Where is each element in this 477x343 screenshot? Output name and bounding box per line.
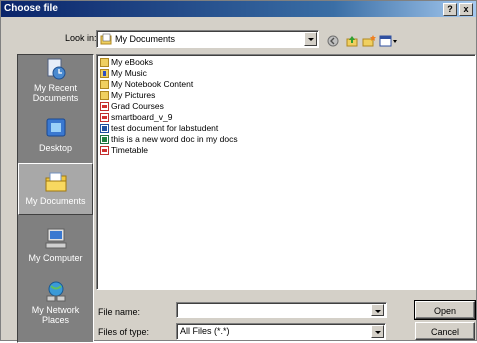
place-label: My Network Places xyxy=(31,305,80,325)
file-name-label: File name: xyxy=(98,307,141,317)
look-in-dropdown[interactable]: My Documents xyxy=(96,30,319,48)
places-bar: My Recent Documents Desktop My Documents xyxy=(17,54,94,343)
open-button[interactable]: Open xyxy=(414,300,476,320)
place-network[interactable]: My Network Places xyxy=(18,279,93,325)
chevron-down-icon[interactable] xyxy=(371,304,384,316)
help-button[interactable]: ? xyxy=(443,3,457,16)
file-type-label: Files of type: xyxy=(98,327,150,337)
pictures-folder-icon xyxy=(100,91,109,100)
place-desktop[interactable]: Desktop xyxy=(18,117,93,153)
list-item[interactable]: test document for labstudent xyxy=(100,123,218,134)
list-item[interactable]: My eBooks xyxy=(100,57,153,68)
title-bar: Choose file ? x xyxy=(1,1,476,17)
pdf-file-icon xyxy=(100,146,109,155)
up-folder-icon[interactable] xyxy=(345,34,359,48)
file-name: smartboard_v_9 xyxy=(111,112,173,122)
file-name: Grad Courses xyxy=(111,101,164,111)
music-folder-icon xyxy=(100,69,109,78)
place-my-documents[interactable]: My Documents xyxy=(18,163,93,215)
desktop-icon xyxy=(46,118,65,137)
network-places-icon xyxy=(46,281,65,302)
new-folder-icon[interactable] xyxy=(362,34,376,48)
chevron-down-icon[interactable] xyxy=(371,325,384,338)
back-icon[interactable] xyxy=(326,34,340,48)
dialog-title: Choose file xyxy=(4,3,58,14)
my-documents-small-icon xyxy=(100,33,112,45)
file-name: Timetable xyxy=(111,145,149,155)
place-my-computer[interactable]: My Computer xyxy=(18,227,93,263)
look-in-value: My Documents xyxy=(115,34,176,44)
folder-icon xyxy=(100,80,109,89)
chevron-down-icon[interactable] xyxy=(304,32,317,46)
file-name: this is a new word doc in my docs xyxy=(111,134,238,144)
list-item[interactable]: Timetable xyxy=(100,145,148,156)
recent-documents-icon xyxy=(47,58,65,80)
place-label: Desktop xyxy=(38,143,73,153)
close-button[interactable]: x xyxy=(459,3,473,16)
list-item[interactable]: My Music xyxy=(100,68,147,79)
word-document-icon xyxy=(100,124,109,133)
file-name: My Pictures xyxy=(111,90,156,100)
place-label: My Recent Documents xyxy=(32,83,79,103)
file-name: test document for labstudent xyxy=(111,123,219,133)
look-in-label: Look in: xyxy=(65,33,97,43)
list-item[interactable]: My Pictures xyxy=(100,90,155,101)
title-buttons: ? x xyxy=(443,3,473,16)
place-label: My Documents xyxy=(25,196,86,206)
place-recent-documents[interactable]: My Recent Documents xyxy=(18,57,93,103)
folder-icon xyxy=(100,58,109,67)
list-item[interactable]: Grad Courses xyxy=(100,101,164,112)
my-documents-icon xyxy=(45,172,66,192)
file-name: My Notebook Content xyxy=(111,79,194,89)
file-type-dropdown[interactable]: All Files (*.*) xyxy=(176,323,386,340)
file-list: My eBooks My Music My Notebook Content M… xyxy=(96,54,476,290)
views-menu-icon[interactable] xyxy=(379,34,399,48)
list-item[interactable]: smartboard_v_9 xyxy=(100,112,172,123)
pdf-file-icon xyxy=(100,113,109,122)
my-computer-icon xyxy=(45,228,66,249)
list-item[interactable]: My Notebook Content xyxy=(100,79,193,90)
file-name-input[interactable] xyxy=(176,302,387,318)
pdf-file-icon xyxy=(100,102,109,111)
file-type-value: All Files (*.*) xyxy=(180,326,230,336)
spreadsheet-file-icon xyxy=(100,135,109,144)
cancel-button[interactable]: Cancel xyxy=(415,322,475,340)
file-name-history-dropdown[interactable] xyxy=(371,303,385,317)
list-item[interactable]: this is a new word doc in my docs xyxy=(100,134,238,145)
place-label: My Computer xyxy=(28,253,83,263)
choose-file-dialog: Choose file ? x Look in: My Documents My… xyxy=(0,0,477,343)
file-name: My Music xyxy=(111,68,147,78)
file-name: My eBooks xyxy=(111,57,154,67)
